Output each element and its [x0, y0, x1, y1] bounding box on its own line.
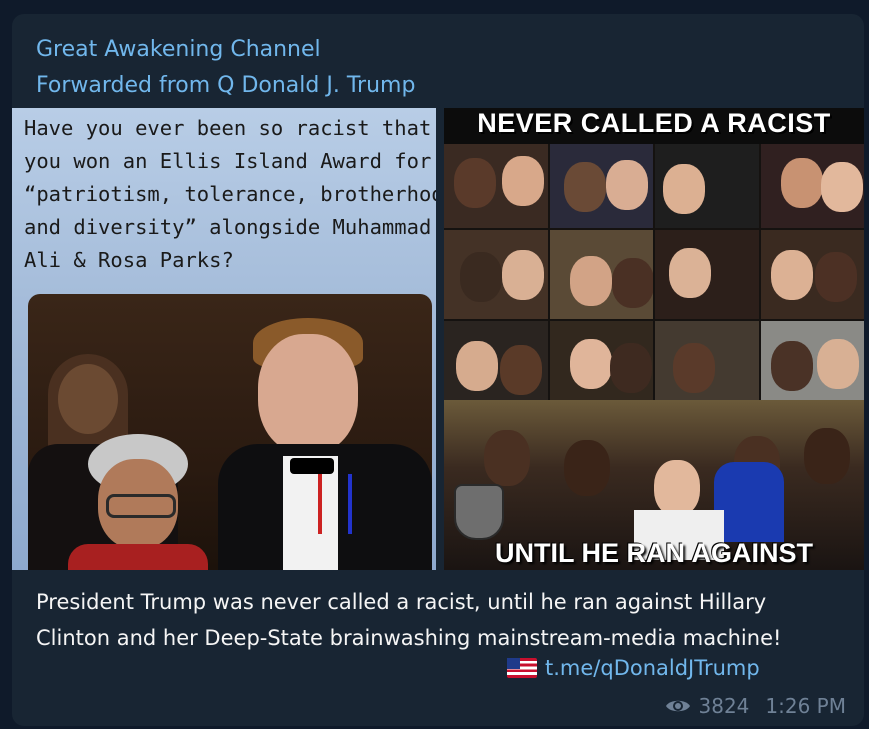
person-right-face — [258, 334, 358, 454]
image-question-text: Have you ever been so racist that you wo… — [24, 112, 436, 277]
crowd-face — [804, 428, 850, 484]
bow-tie — [290, 458, 334, 474]
spartan-helmet-icon — [454, 484, 504, 540]
crowd-face — [564, 440, 610, 496]
message-meta: 3824 1:26 PM — [665, 694, 846, 718]
us-flag-icon — [507, 658, 537, 678]
collage-tile — [549, 229, 653, 319]
question-line: you won an Ellis Island Award for — [24, 149, 432, 173]
collage-tile — [549, 138, 653, 228]
image-title: NEVER CALLED A RACIST — [444, 108, 864, 144]
question-line: Have you ever been so racist that — [24, 116, 432, 140]
collage-tile — [760, 229, 864, 319]
crowd-face — [654, 460, 700, 516]
view-count: 3824 — [698, 694, 750, 718]
medal-ribbon — [318, 474, 352, 534]
image-caption: UNTIL HE RAN AGAINST — [494, 538, 813, 568]
link-row: t.me/qDonaldJTrump — [507, 656, 760, 680]
message-time: 1:26 PM — [765, 694, 846, 718]
collage-tile — [444, 321, 548, 411]
message-text: President Trump was never called a racis… — [36, 590, 782, 650]
message-bubble: Great Awakening Channel Forwarded from Q… — [12, 14, 864, 726]
collage-tile — [760, 321, 864, 411]
award-photo — [28, 294, 432, 570]
blue-dress — [714, 462, 784, 542]
collage-tile — [760, 138, 864, 228]
collage-tile — [444, 138, 548, 228]
glasses — [106, 494, 176, 518]
channel-link[interactable]: t.me/qDonaldJTrump — [545, 656, 760, 680]
views-eye-icon — [665, 700, 690, 712]
channel-name[interactable]: Great Awakening Channel — [36, 32, 415, 68]
crowd-face — [484, 430, 530, 486]
person-center-dress — [68, 544, 208, 570]
person-left-face — [58, 364, 118, 434]
question-line: and diversity” alongside Muhammad — [24, 215, 432, 239]
message-header: Great Awakening Channel Forwarded from Q… — [36, 32, 415, 104]
forwarded-from[interactable]: Forwarded from Q Donald J. Trump — [36, 68, 415, 104]
question-line: “patriotism, tolerance, brotherhood — [24, 182, 436, 206]
question-line: Ali & Rosa Parks? — [24, 248, 234, 272]
collage-tile — [655, 138, 759, 228]
ellis-island-image[interactable]: Have you ever been so racist that you wo… — [12, 108, 436, 570]
collage-tile — [549, 321, 653, 411]
collage-tile — [444, 229, 548, 319]
never-called-racist-image[interactable]: NEVER CALLED A RACIST UNTIL HE RAN AGAIN… — [444, 108, 864, 570]
collage-tile — [655, 321, 759, 411]
media-album: Have you ever been so racist that you wo… — [12, 108, 864, 570]
collage-tile — [655, 229, 759, 319]
